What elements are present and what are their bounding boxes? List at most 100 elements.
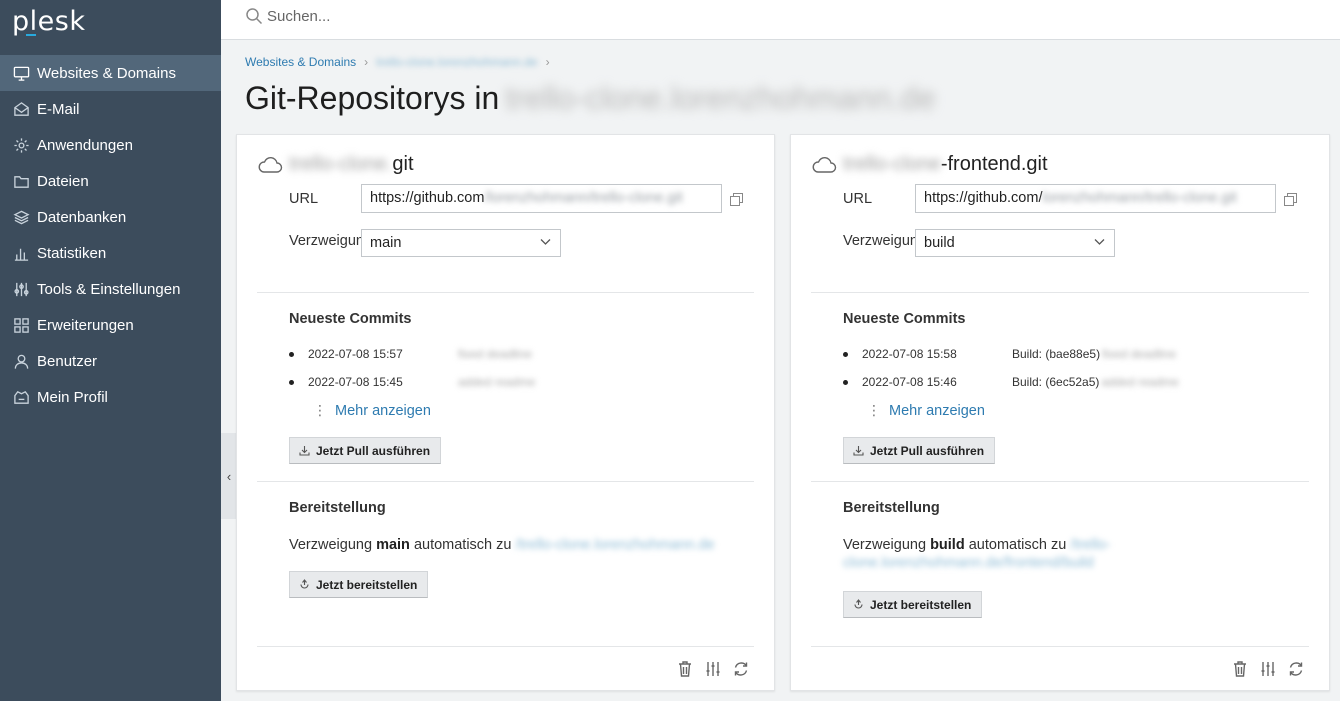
commit-message-hidden: fixed deadline: [1102, 347, 1177, 361]
sliders-icon: [12, 280, 30, 298]
sidebar-item-label: Erweiterungen: [37, 316, 134, 334]
divider: [257, 481, 754, 482]
show-more-link[interactable]: ⋮ Mehr anzeigen: [867, 402, 985, 419]
commit-message: Build: (bae88e5): [1012, 347, 1101, 361]
deploy-target-link[interactable]: /trello-clone.lorenzhohmann.de: [516, 537, 715, 553]
url-value: https://github.com/: [924, 190, 1043, 206]
branch-select[interactable]: main: [361, 229, 561, 257]
cloud-icon: [812, 156, 837, 173]
trash-icon[interactable]: [676, 660, 694, 678]
sidebar-item-label: Tools & Einstellungen: [37, 280, 181, 298]
copy-icon[interactable]: [730, 193, 743, 206]
deploy-branch: main: [376, 537, 410, 553]
deploy-button[interactable]: Jetzt bereitstellen: [843, 591, 983, 618]
show-more-link[interactable]: ⋮ Mehr anzeigen: [313, 402, 431, 419]
bar-chart-icon: [12, 244, 30, 262]
bullet: [843, 351, 848, 357]
page-title-text: Git-Repositorys in: [245, 80, 500, 116]
card-actions: [1221, 660, 1305, 678]
profile-icon: [12, 388, 30, 406]
deploy-prefix: Verzweigung: [843, 537, 927, 553]
repo-name-prefix: trello-clone.: [289, 153, 393, 175]
sidebar-item-label: Anwendungen: [37, 136, 133, 154]
breadcrumb: Websites & Domains › trello-clone.lorenz…: [245, 55, 558, 69]
chevron-right-icon: ›: [364, 55, 369, 69]
refresh-icon[interactable]: [732, 660, 750, 678]
copy-icon[interactable]: [1284, 193, 1297, 206]
breadcrumb-domain[interactable]: trello-clone.lorenzhohmann.de: [376, 55, 537, 69]
branch-select[interactable]: build: [915, 229, 1115, 257]
sidebar-item-email[interactable]: E-Mail: [0, 91, 221, 127]
divider: [811, 481, 1309, 482]
branch-label: Verzweigung: [843, 233, 927, 249]
branch-value: main: [370, 235, 402, 251]
sidebar-item-tools-einstellungen[interactable]: Tools & Einstellungen: [0, 271, 221, 307]
sidebar-item-mein-profil[interactable]: Mein Profil: [0, 379, 221, 415]
sidebar-item-anwendungen[interactable]: Anwendungen: [0, 127, 221, 163]
deploy-prefix: Verzweigung: [289, 537, 373, 553]
repo-title: trello-clone. git: [257, 153, 414, 176]
plesk-logo[interactable]: plesk: [12, 6, 85, 37]
url-value: https://github.com: [370, 190, 485, 206]
sidebar-nav: Websites & Domains E-Mail Anwendungen Da…: [0, 55, 221, 415]
deploy-icon: [300, 579, 309, 589]
branch-label: Verzweigung: [289, 233, 373, 249]
repo-name: -frontend.git: [940, 153, 1048, 175]
trash-icon[interactable]: [1231, 660, 1249, 678]
monitor-icon: [12, 64, 30, 82]
database-icon: [12, 208, 30, 226]
deployment-description: Verzweigung build automatisch zu /trello…: [843, 536, 1143, 572]
sidebar-item-statistiken[interactable]: Statistiken: [0, 235, 221, 271]
sidebar-item-erweiterungen[interactable]: Erweiterungen: [0, 307, 221, 343]
sidebar-item-dateien[interactable]: Dateien: [0, 163, 221, 199]
more-vertical-icon: ⋮: [313, 402, 327, 418]
bullet: [843, 379, 848, 385]
commit-item: 2022-07-08 15:58 Build: (bae88e5) fixed d…: [843, 347, 1176, 361]
search-input[interactable]: [267, 5, 867, 27]
refresh-icon[interactable]: [1287, 660, 1305, 678]
latest-commits-heading: Neueste Commits: [289, 311, 412, 327]
settings-sliders-icon[interactable]: [704, 660, 722, 678]
divider: [811, 292, 1309, 293]
sidebar-item-label: E-Mail: [37, 100, 80, 118]
commit-date: 2022-07-08 15:45: [308, 375, 403, 389]
branch-value: build: [924, 235, 955, 251]
sidebar-collapse-toggle[interactable]: ‹: [221, 433, 237, 519]
top-bar: [221, 0, 1340, 40]
pull-button-label: Jetzt Pull ausführen: [870, 443, 985, 458]
divider: [257, 292, 754, 293]
bullet: [289, 351, 294, 357]
pull-button[interactable]: Jetzt Pull ausführen: [843, 437, 996, 464]
download-icon: [853, 446, 864, 456]
settings-sliders-icon[interactable]: [1259, 660, 1277, 678]
commit-message: fixed deadline: [458, 347, 533, 361]
deploy-target-link[interactable]: /trello-: [1070, 537, 1110, 553]
deploy-branch: build: [930, 537, 965, 553]
search-icon: [246, 8, 263, 25]
url-value-hidden: /lorenzhohmann/trello-clone.git: [484, 190, 683, 206]
breadcrumb-websites-domains[interactable]: Websites & Domains: [245, 55, 356, 69]
url-label: URL: [289, 191, 319, 207]
sidebar-item-benutzer[interactable]: Benutzer: [0, 343, 221, 379]
pull-button[interactable]: Jetzt Pull ausführen: [289, 437, 442, 464]
download-icon: [299, 446, 310, 456]
chevron-down-icon: [540, 239, 551, 245]
deploy-target-link-cont[interactable]: clone.lorenzhohmann.de/frontend/build: [843, 555, 1094, 571]
commit-date: 2022-07-08 15:46: [862, 375, 957, 389]
url-field[interactable]: https://github.com/lorenzhohmann/trello-…: [915, 184, 1276, 213]
extensions-icon: [12, 316, 30, 334]
url-field[interactable]: https://github.com/lorenzhohmann/trello-…: [361, 184, 722, 213]
deploy-button[interactable]: Jetzt bereitstellen: [289, 571, 429, 598]
logo-underline: [26, 34, 36, 36]
mail-icon: [12, 100, 30, 118]
gear-icon: [12, 136, 30, 154]
sidebar-item-websites-domains[interactable]: Websites & Domains: [0, 55, 221, 91]
commit-message: Build: (6ec52a5): [1012, 375, 1100, 389]
chevron-right-icon: ›: [545, 55, 550, 69]
deployment-description: Verzweigung main automatisch zu /trello-…: [289, 536, 715, 554]
show-more-label: Mehr anzeigen: [889, 402, 985, 419]
divider: [257, 646, 754, 647]
deploy-button-label: Jetzt bereitstellen: [870, 597, 972, 612]
deployment-heading: Bereitstellung: [289, 500, 386, 516]
sidebar-item-datenbanken[interactable]: Datenbanken: [0, 199, 221, 235]
